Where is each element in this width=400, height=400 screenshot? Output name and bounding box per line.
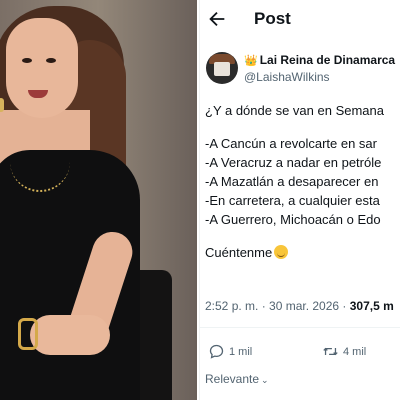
post-line: -A Veracruz a nadar en petróle bbox=[205, 155, 382, 170]
post-closing-text: Cuéntenme bbox=[205, 245, 273, 260]
repost-button[interactable]: 4 mil bbox=[322, 343, 366, 360]
photo-face bbox=[6, 18, 78, 118]
post-views: 307,5 m bbox=[349, 299, 394, 313]
crown-icon: 👑 bbox=[244, 55, 258, 67]
post-line: -A Cancún a revolcarte en sar bbox=[205, 136, 377, 151]
repost-icon bbox=[323, 347, 338, 356]
sort-label: Relevante bbox=[205, 372, 260, 386]
reply-sort-dropdown[interactable]: Relevante ⌄ bbox=[205, 372, 269, 386]
avatar-sign bbox=[214, 62, 230, 76]
smiling-face-emoji-icon bbox=[274, 245, 289, 259]
post-line: -A Guerrero, Michoacán o Edo bbox=[205, 212, 381, 227]
reply-count: 1 mil bbox=[229, 345, 253, 358]
divider bbox=[200, 327, 400, 328]
post-line: ¿Y a dónde se van en Semana bbox=[205, 103, 384, 118]
page-title: Post bbox=[254, 9, 291, 28]
post-line: -A Mazatlán a desaparecer en bbox=[205, 174, 379, 189]
reply-button[interactable]: 1 mil bbox=[208, 343, 252, 360]
post-closing-line: Cuéntenme bbox=[205, 243, 400, 262]
post-timestamp[interactable]: 2:52 p. m. · 30 mar. 2026 · bbox=[205, 299, 346, 313]
post-text: ¿Y a dónde se van en Semana -A Cancún a … bbox=[205, 101, 400, 262]
post-header: Post bbox=[200, 0, 400, 40]
reply-icon bbox=[209, 344, 224, 359]
photo-hands bbox=[30, 315, 110, 355]
post-panel: Post 👑 Lai Reina de Dinamarca @LaishaWilk… bbox=[199, 0, 400, 400]
person-photo bbox=[0, 0, 197, 400]
author-handle[interactable]: @LaishaWilkins bbox=[244, 70, 330, 84]
photo-eye-right bbox=[46, 58, 56, 63]
post-line: -En carretera, a cualquier esta bbox=[205, 193, 380, 208]
repost-count: 4 mil bbox=[343, 345, 367, 358]
chevron-down-icon: ⌄ bbox=[261, 375, 269, 385]
photo-earring bbox=[0, 98, 4, 112]
back-arrow-icon[interactable] bbox=[206, 8, 228, 30]
photo-eye-left bbox=[22, 58, 32, 63]
author-name[interactable]: Lai Reina de Dinamarca bbox=[260, 53, 395, 67]
post-line-blank bbox=[205, 120, 400, 134]
photo-bracelet bbox=[18, 318, 38, 350]
post-meta: 2:52 p. m. · 30 mar. 2026 · 307,5 m bbox=[205, 299, 394, 313]
author-avatar[interactable] bbox=[206, 52, 238, 84]
post-line-blank bbox=[205, 229, 400, 243]
author-name-row[interactable]: 👑 Lai Reina de Dinamarca bbox=[244, 53, 395, 67]
